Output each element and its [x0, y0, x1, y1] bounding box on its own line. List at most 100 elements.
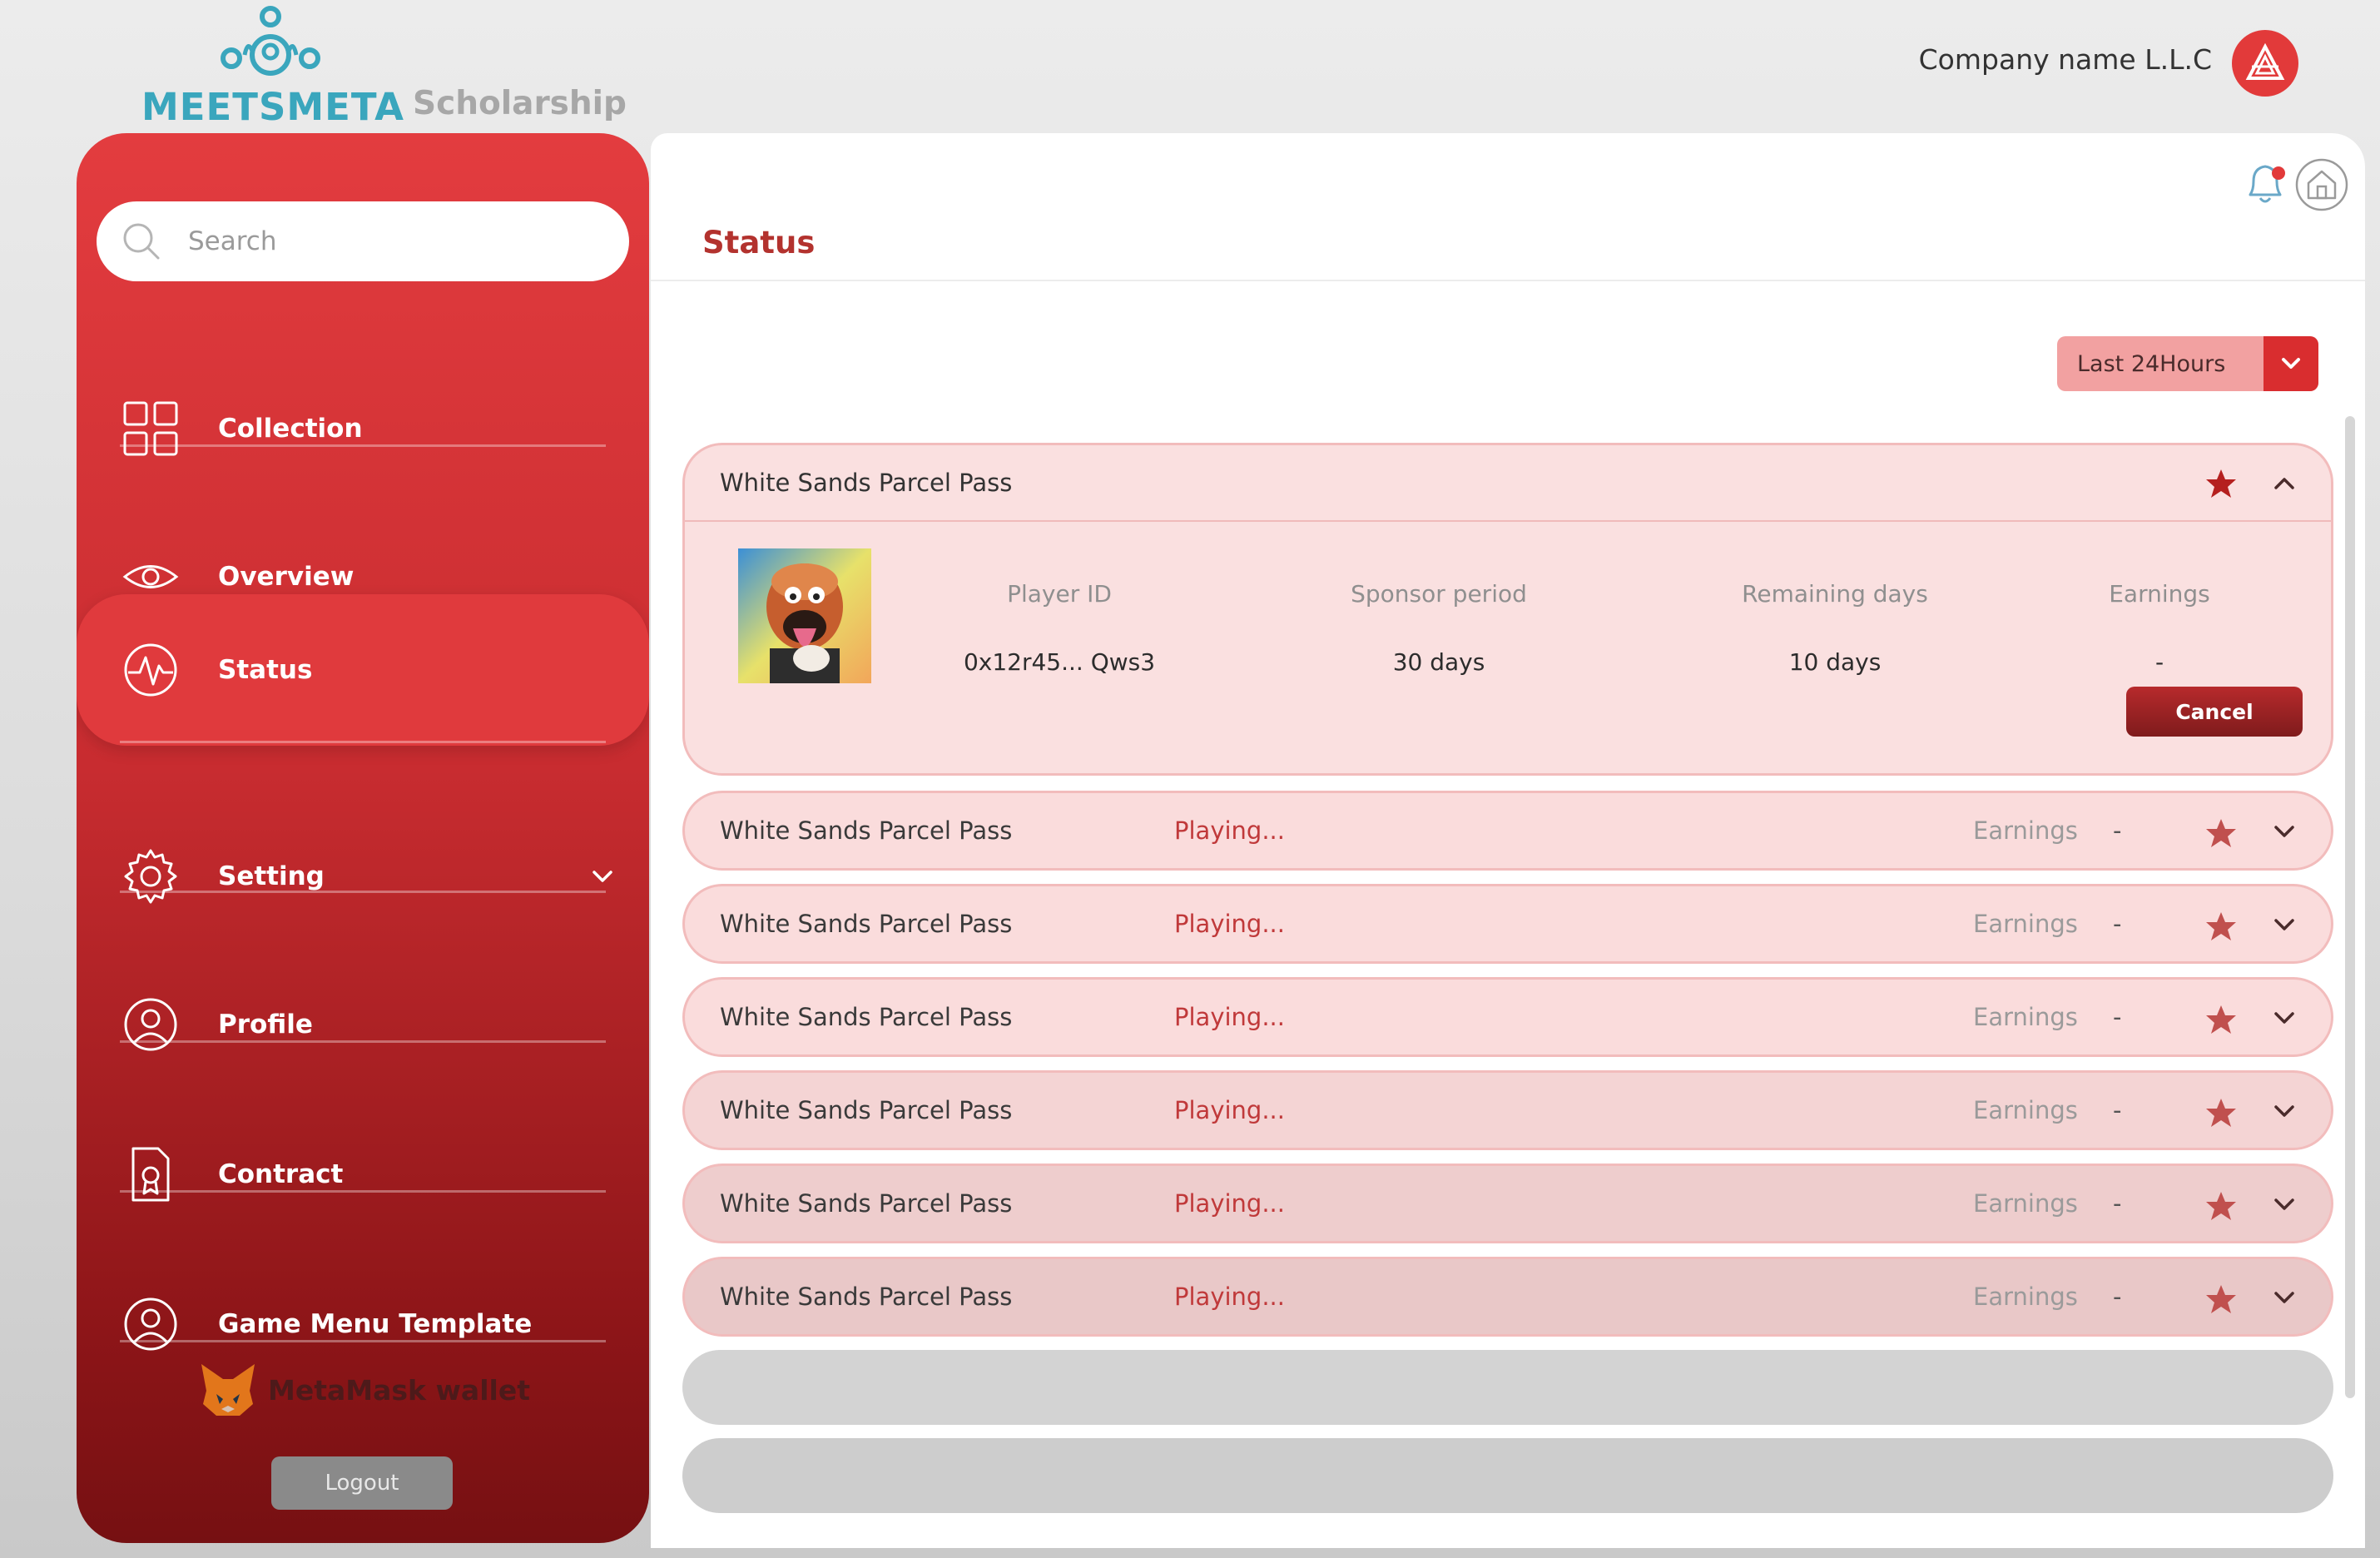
status-row[interactable]: White Sands Parcel Pass Playing... Earni… — [682, 884, 2333, 964]
row-status: Playing... — [1174, 1096, 1285, 1124]
contract-icon — [131, 1147, 170, 1202]
sidebar: Collection Overview Status Setting — [77, 133, 649, 1543]
card-header[interactable]: White Sands Parcel Pass — [685, 445, 2331, 520]
meetsmeta-logo-icon — [221, 6, 320, 76]
card-title: White Sands Parcel Pass — [720, 469, 1013, 497]
chevron-up-icon[interactable] — [2271, 470, 2298, 497]
row-earnings-value: - — [2113, 1283, 2122, 1311]
sidebar-item-label: Collection — [218, 414, 363, 444]
sidebar-item-label: Contract — [218, 1159, 344, 1189]
column-label-earnings: Earnings — [2109, 580, 2210, 608]
search-icon — [123, 223, 160, 260]
row-earnings-label: Earnings — [1973, 910, 2078, 938]
ape-avatar-image — [738, 548, 871, 683]
sidebar-item-setting[interactable]: Setting — [77, 802, 649, 950]
row-earnings-value: - — [2113, 816, 2122, 845]
sidebar-item-status[interactable]: Status — [77, 594, 649, 746]
chevron-down-icon[interactable] — [2271, 818, 2298, 845]
row-earnings-value: - — [2113, 1189, 2122, 1218]
sidebar-item-label: Game Menu Template — [218, 1309, 533, 1339]
row-earnings-value: - — [2113, 1096, 2122, 1124]
sponsor-period-value: 30 days — [1392, 648, 1485, 676]
gear-icon — [124, 849, 177, 904]
pulse-icon — [124, 643, 177, 697]
chevron-down-icon[interactable] — [2271, 911, 2298, 938]
earnings-value: - — [2154, 648, 2164, 676]
row-title: White Sands Parcel Pass — [720, 816, 1013, 845]
star-icon[interactable] — [2204, 1283, 2238, 1316]
logout-button[interactable]: Logout — [271, 1456, 453, 1510]
empty-row-placeholder — [682, 1438, 2333, 1513]
metamask-wallet[interactable]: MetaMask wallet — [198, 1357, 530, 1423]
row-title: White Sands Parcel Pass — [720, 1283, 1013, 1311]
row-status: Playing... — [1174, 1003, 1285, 1031]
row-status: Playing... — [1174, 1189, 1285, 1218]
divider — [120, 1040, 606, 1043]
user-circle-icon — [124, 1298, 177, 1351]
row-status: Playing... — [1174, 910, 1285, 938]
row-title: White Sands Parcel Pass — [720, 1096, 1013, 1124]
row-earnings-value: - — [2113, 910, 2122, 938]
grid-icon — [123, 401, 178, 456]
company-name: Company name L.L.C — [1918, 43, 2212, 76]
brand-subtitle: Scholarship — [413, 85, 627, 122]
chevron-down-icon[interactable] — [588, 861, 617, 891]
row-earnings-value: - — [2113, 1003, 2122, 1031]
company-avatar[interactable] — [2232, 30, 2298, 97]
metamask-fox-icon — [201, 1364, 255, 1416]
divider — [120, 891, 606, 893]
status-row[interactable]: White Sands Parcel Pass Playing... Earni… — [682, 977, 2333, 1057]
divider — [651, 280, 2365, 281]
main-panel: Status Last 24Hours White Sands Parcel P… — [651, 133, 2365, 1548]
wallet-label: MetaMask wallet — [268, 1373, 530, 1407]
user-circle-icon — [124, 998, 177, 1051]
divider — [120, 1190, 606, 1193]
chevron-down-icon[interactable] — [2271, 1005, 2298, 1031]
search-bar[interactable] — [97, 201, 629, 281]
sidebar-item-contract[interactable]: Contract — [77, 1100, 649, 1248]
remaining-days-value: 10 days — [1788, 648, 1882, 676]
column-label-sponsor-period: Sponsor period — [1351, 580, 1527, 608]
status-row[interactable]: White Sands Parcel Pass Playing... Earni… — [682, 1070, 2333, 1150]
star-icon[interactable] — [2204, 816, 2238, 850]
chevron-down-icon[interactable] — [2271, 1191, 2298, 1218]
divider — [120, 444, 606, 447]
chevron-down-icon[interactable] — [2271, 1098, 2298, 1124]
star-icon[interactable] — [2204, 1096, 2238, 1129]
column-label-player-id: Player ID — [1007, 580, 1112, 608]
time-filter-toggle[interactable] — [2263, 336, 2318, 391]
brand-name: MEETSMETA — [141, 85, 404, 129]
page-title: Status — [702, 225, 816, 260]
brand-logo[interactable]: MEETSMETA Scholarship — [141, 3, 627, 129]
time-filter-select[interactable]: Last 24Hours — [2057, 336, 2318, 391]
company-logo-icon — [2245, 42, 2285, 80]
status-row[interactable]: White Sands Parcel Pass Playing... Earni… — [682, 791, 2333, 871]
status-row[interactable]: White Sands Parcel Pass Playing... Earni… — [682, 1257, 2333, 1337]
star-icon[interactable] — [2204, 910, 2238, 943]
star-icon[interactable] — [2204, 1189, 2238, 1223]
row-title: White Sands Parcel Pass — [720, 910, 1013, 938]
column-label-remaining-days: Remaining days — [1742, 580, 1928, 608]
row-status: Playing... — [1174, 816, 1285, 845]
sidebar-item-collection[interactable]: Collection — [77, 355, 649, 503]
star-icon[interactable] — [2204, 1003, 2238, 1036]
divider — [685, 520, 2331, 522]
scrollbar[interactable] — [2345, 416, 2355, 1398]
row-earnings-label: Earnings — [1973, 816, 2078, 845]
sidebar-item-label: Profile — [218, 1010, 313, 1039]
sidebar-item-label: Setting — [218, 861, 325, 891]
empty-row-placeholder — [682, 1350, 2333, 1425]
notification-bell-icon[interactable] — [2240, 158, 2290, 211]
cancel-button[interactable]: Cancel — [2126, 687, 2303, 737]
star-icon[interactable] — [2204, 467, 2238, 500]
row-title: White Sands Parcel Pass — [720, 1189, 1013, 1218]
sidebar-item-profile[interactable]: Profile — [77, 950, 649, 1099]
status-row[interactable]: White Sands Parcel Pass Playing... Earni… — [682, 1164, 2333, 1243]
status-card-expanded[interactable]: White Sands Parcel Pass Player ID Sponso… — [682, 443, 2333, 776]
sidebar-item-label: Overview — [218, 562, 355, 592]
chevron-down-icon[interactable] — [2271, 1284, 2298, 1311]
row-earnings-label: Earnings — [1973, 1096, 2078, 1124]
home-icon[interactable] — [2295, 158, 2348, 211]
search-input[interactable] — [188, 226, 588, 256]
sidebar-item-label: Status — [218, 655, 313, 685]
